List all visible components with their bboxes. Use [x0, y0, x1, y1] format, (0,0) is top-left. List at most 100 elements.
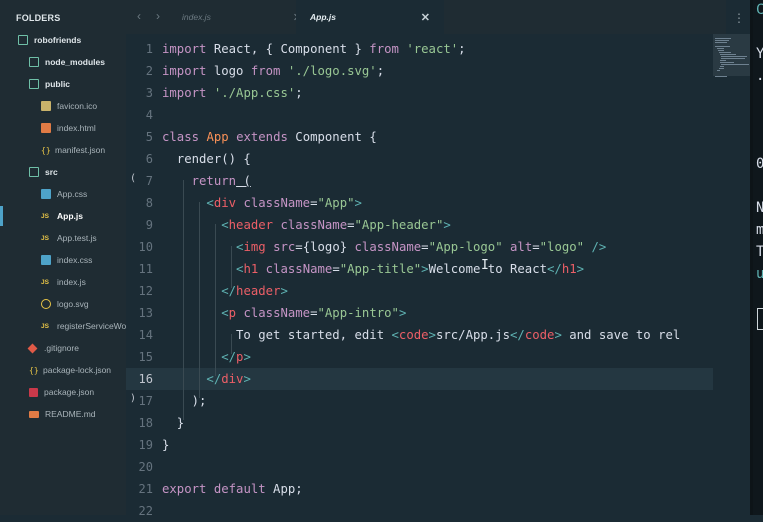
tree-label: package-lock.json — [43, 365, 112, 375]
right-pane-text: C — [756, 2, 763, 18]
close-icon[interactable]: ✕ — [421, 11, 430, 24]
tab-prev-icon[interactable]: ‹ — [137, 9, 141, 23]
right-pane: C Y . 0 N m T u — [753, 0, 763, 515]
minimap-line — [719, 52, 731, 53]
tab-label: index.js — [182, 12, 211, 22]
code-line-15: </p> — [221, 350, 251, 364]
tree-label: README.md — [45, 409, 96, 419]
minimap-line — [721, 64, 749, 65]
line-number[interactable]: 14 — [139, 324, 153, 346]
right-pane-text: Y — [756, 46, 763, 62]
tree-file-package-lock[interactable]: {} package-lock.json — [0, 360, 126, 380]
line-number[interactable]: 22 — [139, 500, 153, 522]
css-file-icon — [41, 189, 51, 199]
line-number[interactable]: 9 — [146, 214, 153, 236]
line-number[interactable]: 5 — [146, 126, 153, 148]
right-pane-text: 0 — [756, 156, 763, 172]
line-number[interactable]: 2 — [146, 60, 153, 82]
line-number[interactable]: 7 — [146, 170, 153, 192]
tree-label: package.json — [44, 387, 95, 397]
line-number[interactable]: 13 — [139, 302, 153, 324]
tree-label: robofriends — [34, 35, 82, 45]
line-number[interactable]: 15 — [139, 346, 153, 368]
minimap-line — [720, 54, 736, 55]
code-line-16: </div> — [206, 372, 251, 386]
fold-marker-close[interactable]: ) — [130, 393, 136, 404]
line-number[interactable]: 4 — [146, 104, 153, 126]
minimap-line — [721, 56, 747, 57]
tree-file-app-css[interactable]: App.css — [0, 184, 126, 204]
code-line-21: export default App; — [162, 482, 303, 496]
tree-folder-robofriends[interactable]: robofriends — [0, 30, 126, 50]
tree-folder-public[interactable]: public — [0, 74, 126, 94]
right-pane-text: . — [756, 68, 763, 84]
tree-file-manifest[interactable]: {} manifest.json — [0, 140, 126, 160]
line-number[interactable]: 21 — [139, 478, 153, 500]
tree-folder-node-modules[interactable]: node_modules — [0, 52, 126, 72]
line-number[interactable]: 17 — [139, 390, 153, 412]
markdown-file-icon — [29, 410, 39, 418]
tree-file-index-html[interactable]: index.html — [0, 118, 126, 138]
code-line-1: import React, { Component } from 'react'… — [162, 42, 466, 56]
tree-file-index-js[interactable]: JS index.js — [0, 272, 126, 292]
tree-file-app-js[interactable]: JS App.js — [0, 206, 126, 226]
code-line-12: </header> — [221, 284, 288, 298]
tab-bar: ‹ › index.js ✕ App.js ✕ — [126, 0, 726, 34]
tab-next-icon[interactable]: › — [156, 9, 160, 23]
minimap-line — [715, 76, 727, 77]
line-number[interactable]: 1 — [146, 38, 153, 60]
css-file-icon — [41, 255, 51, 265]
code-line-19: } — [162, 438, 170, 452]
tree-label: logo.svg — [57, 299, 89, 309]
folder-icon — [29, 57, 39, 67]
line-number[interactable]: 8 — [146, 192, 153, 214]
code-editor[interactable]: import React, { Component } from 'react'… — [162, 34, 712, 515]
line-number[interactable]: 16 — [139, 368, 153, 390]
minimap-line — [715, 40, 729, 41]
tab-index-js[interactable]: index.js ✕ — [168, 0, 316, 34]
code-line-7: return ( — [191, 174, 251, 188]
minimap-line — [719, 68, 724, 69]
code-line-17: ); — [162, 394, 207, 408]
tree-file-favicon[interactable]: favicon.ico — [0, 96, 126, 116]
code-line-8: <div className="App"> — [206, 196, 362, 210]
line-number[interactable]: 3 — [146, 82, 153, 104]
line-number[interactable]: 19 — [139, 434, 153, 456]
line-number[interactable]: 11 — [139, 258, 153, 280]
code-line-11: <h1 className="App-title">Welcome to Rea… — [236, 262, 585, 276]
right-pane-text: N — [756, 200, 763, 216]
tree-file-register-sw[interactable]: JS registerServiceWorker.js — [0, 316, 126, 336]
sidebar: FOLDERS robofriends node_modules public … — [0, 0, 126, 515]
line-number[interactable]: 12 — [139, 280, 153, 302]
code-line-18: } — [162, 416, 185, 430]
svg-file-icon — [41, 299, 51, 309]
right-pane-button[interactable] — [757, 308, 763, 330]
tree-label: node_modules — [45, 57, 105, 67]
tab-app-js[interactable]: App.js ✕ — [296, 0, 444, 34]
minimap-line — [715, 38, 731, 39]
minimap-line — [717, 70, 720, 71]
line-number[interactable]: 18 — [139, 412, 153, 434]
tree-folder-src[interactable]: src — [0, 162, 126, 182]
tree-file-readme[interactable]: README.md — [0, 404, 126, 424]
folder-icon — [29, 79, 39, 89]
image-file-icon — [41, 101, 51, 111]
right-pane-text: u — [756, 266, 763, 282]
tree-file-app-test-js[interactable]: JS App.test.js — [0, 228, 126, 248]
line-number[interactable]: 20 — [139, 456, 153, 478]
line-number[interactable]: 10 — [139, 236, 153, 258]
tree-label: favicon.ico — [57, 101, 98, 111]
minimap-line — [717, 48, 724, 49]
fold-marker-open[interactable]: ( — [130, 173, 136, 184]
line-number[interactable]: 6 — [146, 148, 153, 170]
tree-file-logo-svg[interactable]: logo.svg — [0, 294, 126, 314]
tree-file-gitignore[interactable]: .gitignore — [0, 338, 126, 358]
code-line-3: import './App.css'; — [162, 86, 303, 100]
folder-icon — [18, 35, 28, 45]
tree-file-index-css[interactable]: index.css — [0, 250, 126, 270]
more-options-icon[interactable]: ⋮ — [733, 11, 745, 25]
tree-label: App.js — [57, 211, 83, 221]
minimap[interactable] — [713, 34, 750, 515]
tree-file-package-json[interactable]: package.json — [0, 382, 126, 402]
code-line-10: <img src={logo} className="App-logo" alt… — [236, 240, 607, 254]
